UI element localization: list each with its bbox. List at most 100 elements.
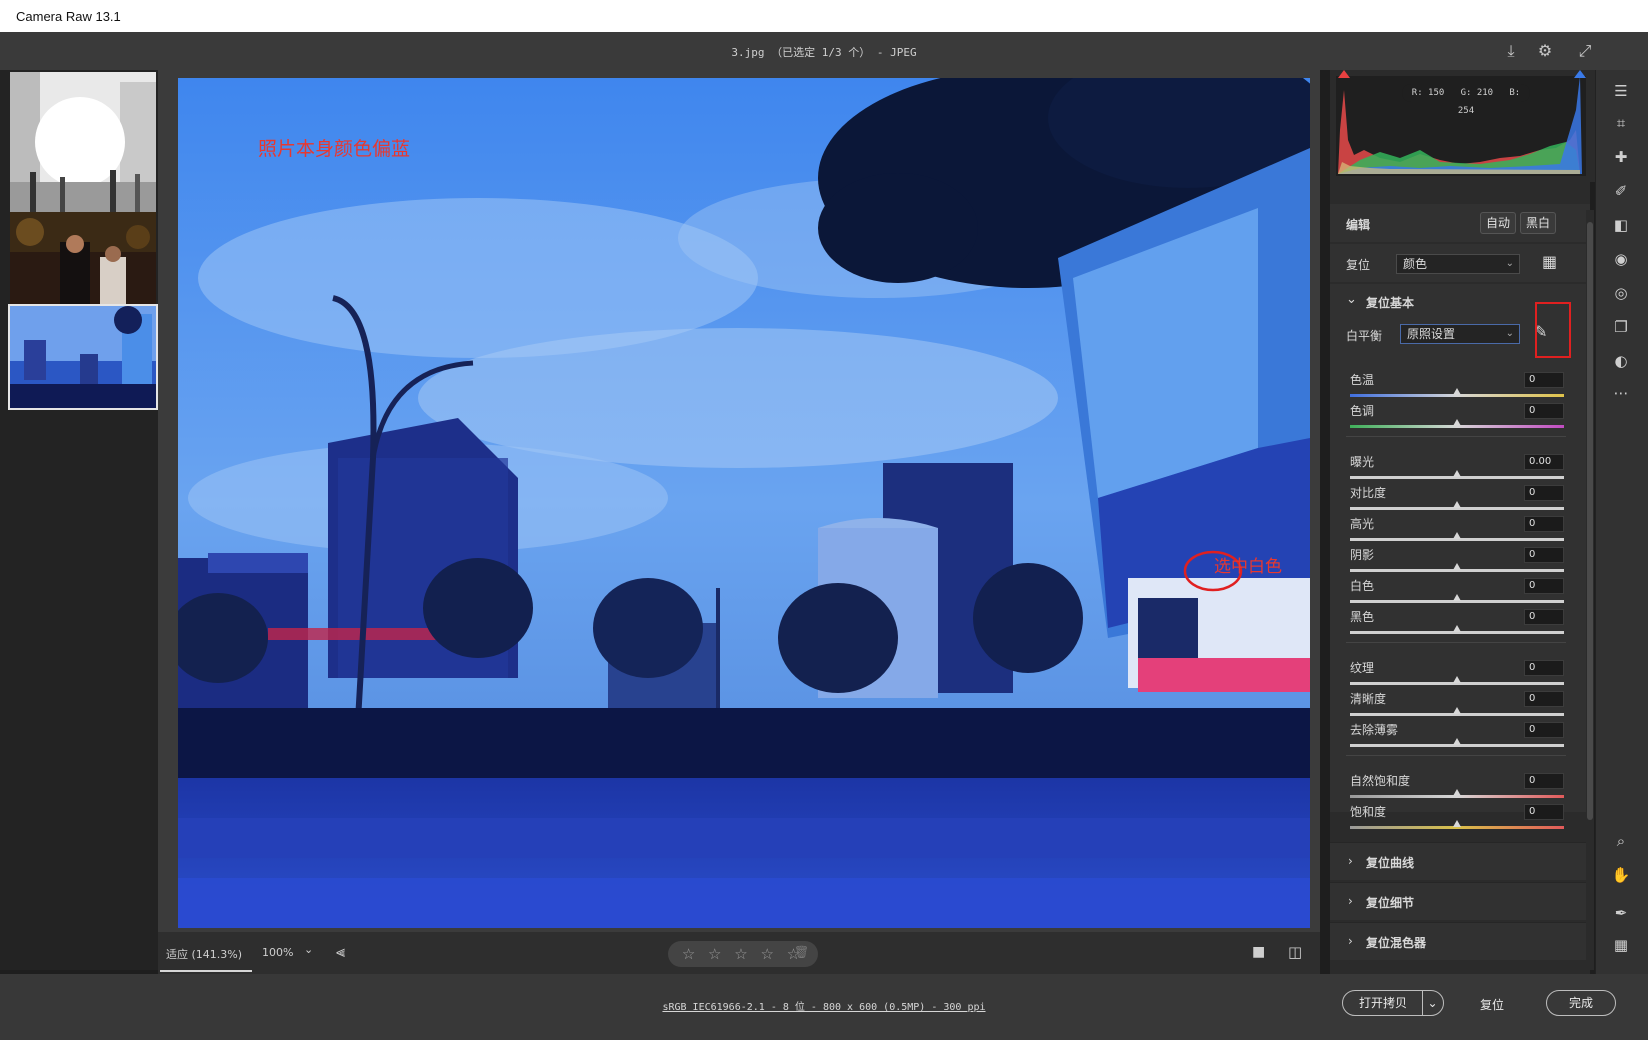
compare-view-icon[interactable]: ◫ xyxy=(1288,943,1302,961)
slider-label: 自然饱和度 xyxy=(1350,774,1411,788)
chevron-down-icon[interactable]: ⌄ xyxy=(1346,292,1357,307)
slider-thumb[interactable] xyxy=(1453,470,1461,477)
bottom-bar: sRGB IEC61966-2.1 - 8 位 - 800 x 600 (0.5… xyxy=(0,974,1648,1040)
photo-canvas[interactable] xyxy=(178,78,1310,928)
thumbnail-1[interactable] xyxy=(10,72,156,220)
chevron-right-icon: › xyxy=(1348,934,1353,948)
expand-icon[interactable]: ⤢ xyxy=(1574,40,1596,62)
slider-value-field[interactable]: 0 xyxy=(1524,609,1564,625)
section-divider xyxy=(1346,755,1566,756)
window-titlebar: Camera Raw 13.1 xyxy=(0,0,1648,32)
slider-thumb[interactable] xyxy=(1453,676,1461,683)
slider-value-field[interactable]: 0 xyxy=(1524,516,1564,532)
healing-icon[interactable]: ✚ xyxy=(1610,146,1632,168)
rgb-readout: R: 150 G: 210 B: 254 xyxy=(1402,84,1530,116)
chevron-down-icon: ⌄ xyxy=(1505,328,1514,339)
grid-icon[interactable]: ▦ xyxy=(1610,934,1632,956)
sliders-icon[interactable]: ☰ xyxy=(1610,80,1632,102)
slider-value-field[interactable]: 0 xyxy=(1524,578,1564,594)
annotation-blue-tint: 照片本身颜色偏蓝 xyxy=(258,138,411,160)
trash-icon[interactable]: 🗑 xyxy=(794,945,809,959)
slider-label: 白色 xyxy=(1350,579,1375,593)
thumbnail-2[interactable] xyxy=(10,212,156,304)
readout-g: G: 210 xyxy=(1460,88,1494,98)
profile-select[interactable]: 颜色 ⌄ xyxy=(1396,254,1520,274)
slider-value-field[interactable]: 0 xyxy=(1524,773,1564,789)
open-copy-button[interactable]: 打开拷贝 ⌄ xyxy=(1342,990,1444,1016)
single-view-icon[interactable]: ■ xyxy=(1252,944,1265,960)
section-mixer[interactable]: › 复位混色器 xyxy=(1330,922,1590,960)
chevron-right-icon: › xyxy=(1348,894,1353,908)
zoom-icon[interactable]: ⌕ xyxy=(1610,830,1632,852)
slider-label: 纹理 xyxy=(1350,661,1375,675)
slider-thumb[interactable] xyxy=(1453,738,1461,745)
thumbnail-3-selected[interactable] xyxy=(8,304,158,410)
bw-button[interactable]: 黑白 xyxy=(1520,212,1556,234)
annotation-pick-white: 选中白色 xyxy=(1214,557,1282,577)
slider-value-field[interactable]: 0 xyxy=(1524,485,1564,501)
snapshot-icon[interactable]: ❐ xyxy=(1610,316,1632,338)
readout-r: R: 150 xyxy=(1411,88,1445,98)
slider-value-field[interactable]: 0.00 xyxy=(1524,454,1564,470)
wb-select[interactable]: 原照设置 ⌄ xyxy=(1400,324,1520,344)
wb-label: 白平衡 xyxy=(1346,329,1383,343)
chevron-down-icon[interactable]: ⌄ xyxy=(1422,991,1442,1015)
section-mixer-title: 复位混色器 xyxy=(1366,936,1427,950)
radial-icon[interactable]: ◉ xyxy=(1610,248,1632,270)
slider-label: 色调 xyxy=(1350,404,1375,418)
slider-label: 去除薄雾 xyxy=(1350,723,1399,737)
open-copy-label: 打开拷贝 xyxy=(1358,996,1407,1010)
slider-thumb[interactable] xyxy=(1453,419,1461,426)
section-curve[interactable]: › 复位曲线 xyxy=(1330,842,1590,880)
slider-label: 清晰度 xyxy=(1350,692,1387,706)
slider-value-field[interactable]: 0 xyxy=(1524,403,1564,419)
section-curve-title: 复位曲线 xyxy=(1366,856,1415,870)
save-icon[interactable]: ⤓ xyxy=(1500,40,1522,62)
slider-thumb[interactable] xyxy=(1453,594,1461,601)
zoom-select[interactable]: 100% xyxy=(262,946,293,959)
slider-thumb[interactable] xyxy=(1453,789,1461,796)
slider-label: 阴影 xyxy=(1350,548,1375,562)
slider-value-field[interactable]: 0 xyxy=(1524,691,1564,707)
chevron-down-icon[interactable]: ⌄ xyxy=(304,943,313,956)
filmstrip xyxy=(0,70,158,970)
slider-value-field[interactable]: 0 xyxy=(1524,722,1564,738)
slider-value-field[interactable]: 0 xyxy=(1524,372,1564,388)
slider-thumb[interactable] xyxy=(1453,532,1461,539)
slider-thumb[interactable] xyxy=(1453,388,1461,395)
done-button[interactable]: 完成 xyxy=(1546,990,1616,1016)
profile-browser-icon[interactable]: ▦ xyxy=(1542,252,1557,271)
file-title: 3.jpg （已选定 1/3 个） - JPEG xyxy=(731,46,917,59)
brush-icon[interactable]: ✐ xyxy=(1610,180,1632,202)
fit-zoom-button[interactable]: 适应 (141.3%) xyxy=(166,946,242,962)
slider-thumb[interactable] xyxy=(1453,563,1461,570)
slider-thumb[interactable] xyxy=(1453,501,1461,508)
crop-icon[interactable]: ⌗ xyxy=(1610,112,1632,134)
redeye-icon[interactable]: ◎ xyxy=(1610,282,1632,304)
gradient-icon[interactable]: ◧ xyxy=(1610,214,1632,236)
edit-header: 编辑 自动 黑白 xyxy=(1330,204,1590,242)
slider-thumb[interactable] xyxy=(1453,820,1461,827)
panel-scrollbar-thumb[interactable] xyxy=(1587,222,1593,820)
wb-value: 原照设置 xyxy=(1407,327,1456,341)
slider-thumb[interactable] xyxy=(1453,707,1461,714)
section-detail[interactable]: › 复位细节 xyxy=(1330,882,1590,920)
slider-thumb[interactable] xyxy=(1453,625,1461,632)
chevron-down-icon: ⌄ xyxy=(1505,258,1514,269)
sampler-icon[interactable]: ✒ xyxy=(1610,902,1632,924)
slider-value-field[interactable]: 0 xyxy=(1524,547,1564,563)
slider-value-field[interactable]: 0 xyxy=(1524,804,1564,820)
filmstrip-toggle-icon[interactable]: ⫷ xyxy=(336,942,345,962)
reset-button[interactable]: 复位 xyxy=(1480,996,1504,1013)
auto-button[interactable]: 自动 xyxy=(1480,212,1516,234)
presets-icon[interactable]: ◐ xyxy=(1610,350,1632,372)
top-toolbar: 3.jpg （已选定 1/3 个） - JPEG ⤓ ⚙ ⤢ xyxy=(0,32,1648,70)
slider-value-field[interactable]: 0 xyxy=(1524,660,1564,676)
gear-icon[interactable]: ⚙ xyxy=(1534,40,1556,62)
profile-row: 复位 颜色 ⌄ ▦ xyxy=(1330,244,1590,282)
section-divider xyxy=(1346,642,1566,643)
more-icon[interactable]: ⋯ xyxy=(1610,382,1632,404)
fit-underline xyxy=(160,970,252,972)
hand-icon[interactable]: ✋ xyxy=(1610,864,1632,886)
basic-title[interactable]: 复位基本 xyxy=(1366,294,1414,311)
